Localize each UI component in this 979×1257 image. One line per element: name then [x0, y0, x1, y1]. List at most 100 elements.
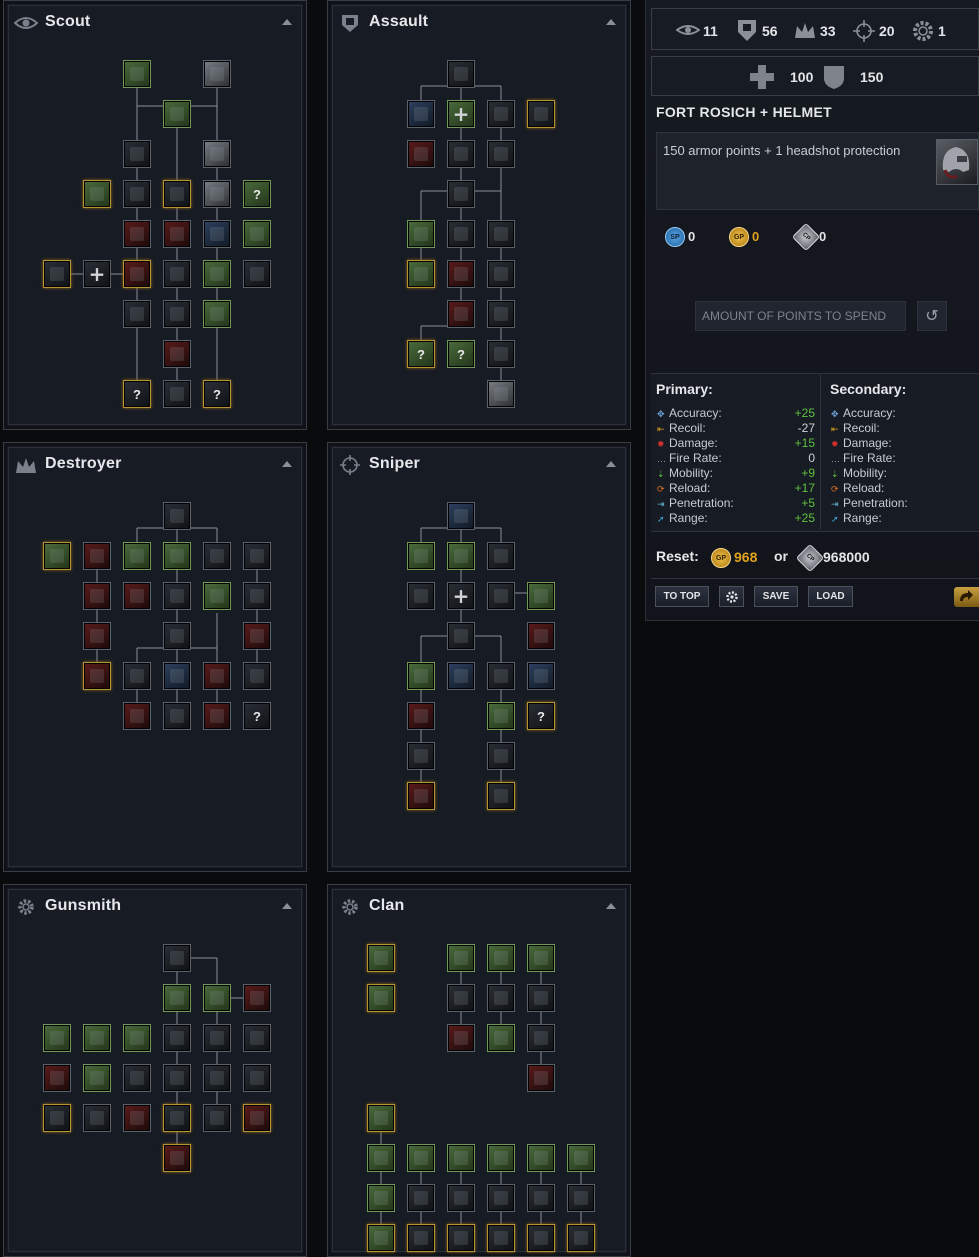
skill-icon[interactable]	[407, 1224, 435, 1252]
locked-skill-icon[interactable]: ?	[243, 180, 271, 208]
skill-icon[interactable]	[487, 702, 515, 730]
skill-icon[interactable]	[243, 542, 271, 570]
skill-icon[interactable]	[163, 1064, 191, 1092]
skill-icon[interactable]	[123, 300, 151, 328]
skill-icon[interactable]	[203, 1024, 231, 1052]
skill-icon[interactable]	[83, 622, 111, 650]
skill-icon[interactable]	[407, 220, 435, 248]
skill-icon[interactable]	[367, 1144, 395, 1172]
settings-gear-button[interactable]	[719, 586, 744, 607]
skill-icon[interactable]	[123, 220, 151, 248]
skill-icon[interactable]	[163, 1104, 191, 1132]
save-button[interactable]: SAVE	[754, 586, 798, 607]
skill-icon[interactable]	[447, 220, 475, 248]
locked-skill-icon[interactable]: ?	[407, 340, 435, 368]
skill-icon[interactable]	[163, 582, 191, 610]
skill-icon[interactable]	[163, 984, 191, 1012]
skill-icon[interactable]	[447, 502, 475, 530]
skill-icon[interactable]	[203, 180, 231, 208]
skill-icon[interactable]	[163, 1144, 191, 1172]
skill-icon[interactable]	[447, 60, 475, 88]
skill-icon[interactable]	[447, 622, 475, 650]
skill-icon[interactable]	[163, 662, 191, 690]
skill-icon[interactable]	[487, 1184, 515, 1212]
skill-icon[interactable]	[123, 180, 151, 208]
skill-icon[interactable]	[447, 1184, 475, 1212]
skill-icon[interactable]	[567, 1184, 595, 1212]
skill-icon[interactable]	[487, 542, 515, 570]
skill-icon[interactable]	[407, 702, 435, 730]
skill-icon[interactable]	[123, 1104, 151, 1132]
skill-icon[interactable]	[407, 542, 435, 570]
skill-icon[interactable]	[367, 944, 395, 972]
skill-icon[interactable]	[243, 984, 271, 1012]
locked-skill-icon[interactable]: ?	[123, 380, 151, 408]
skill-icon[interactable]	[243, 260, 271, 288]
skill-icon[interactable]	[487, 984, 515, 1012]
skill-icon[interactable]	[447, 1144, 475, 1172]
skill-icon[interactable]	[527, 1184, 555, 1212]
skill-icon[interactable]	[487, 300, 515, 328]
skill-icon[interactable]	[527, 1024, 555, 1052]
skill-icon[interactable]	[243, 582, 271, 610]
skill-icon[interactable]	[527, 662, 555, 690]
skill-icon[interactable]	[83, 180, 111, 208]
skill-icon[interactable]	[487, 140, 515, 168]
skill-icon[interactable]	[243, 1104, 271, 1132]
plus-skill-icon[interactable]: +	[447, 582, 475, 610]
skill-icon[interactable]	[527, 1064, 555, 1092]
skill-icon[interactable]	[203, 300, 231, 328]
skill-icon[interactable]	[487, 1024, 515, 1052]
skill-icon[interactable]	[203, 662, 231, 690]
load-button[interactable]: LOAD	[808, 586, 853, 607]
skill-icon[interactable]	[447, 984, 475, 1012]
skill-icon[interactable]	[203, 220, 231, 248]
to-top-button[interactable]: TO TOP	[655, 586, 709, 607]
skill-icon[interactable]	[163, 180, 191, 208]
skill-icon[interactable]	[163, 944, 191, 972]
skill-icon[interactable]	[447, 300, 475, 328]
skill-icon[interactable]	[83, 1024, 111, 1052]
skill-icon[interactable]	[203, 984, 231, 1012]
skill-icon[interactable]	[447, 944, 475, 972]
helmet-thumbnail-icon[interactable]	[936, 139, 978, 185]
skill-icon[interactable]	[447, 542, 475, 570]
skill-icon[interactable]	[43, 1104, 71, 1132]
skill-icon[interactable]	[487, 380, 515, 408]
skill-icon[interactable]	[487, 220, 515, 248]
skill-icon[interactable]	[407, 260, 435, 288]
skill-icon[interactable]	[123, 1064, 151, 1092]
locked-skill-icon[interactable]: ?	[527, 702, 555, 730]
refresh-icon[interactable]: ↺	[917, 301, 947, 331]
skill-icon[interactable]	[83, 582, 111, 610]
skill-icon[interactable]	[43, 1024, 71, 1052]
skill-icon[interactable]	[407, 1184, 435, 1212]
skill-icon[interactable]	[203, 702, 231, 730]
skill-icon[interactable]	[527, 1224, 555, 1252]
plus-skill-icon[interactable]: +	[83, 260, 111, 288]
skill-icon[interactable]	[43, 542, 71, 570]
skill-icon[interactable]	[203, 542, 231, 570]
skill-icon[interactable]	[123, 1024, 151, 1052]
skill-icon[interactable]	[123, 662, 151, 690]
skill-icon[interactable]	[203, 140, 231, 168]
skill-icon[interactable]	[203, 260, 231, 288]
skill-icon[interactable]	[123, 582, 151, 610]
skill-icon[interactable]	[527, 1144, 555, 1172]
skill-icon[interactable]	[407, 100, 435, 128]
export-icon[interactable]	[954, 587, 979, 607]
plus-skill-icon[interactable]: +	[447, 100, 475, 128]
skill-icon[interactable]	[243, 1024, 271, 1052]
skill-icon[interactable]	[243, 662, 271, 690]
skill-icon[interactable]	[83, 662, 111, 690]
skill-icon[interactable]	[407, 662, 435, 690]
locked-skill-icon[interactable]: ?	[447, 340, 475, 368]
skill-icon[interactable]	[527, 100, 555, 128]
skill-icon[interactable]	[163, 1024, 191, 1052]
skill-icon[interactable]	[163, 702, 191, 730]
skill-icon[interactable]	[527, 622, 555, 650]
skill-icon[interactable]	[203, 1064, 231, 1092]
skill-icon[interactable]	[367, 1104, 395, 1132]
skill-icon[interactable]	[447, 180, 475, 208]
points-to-spend-input[interactable]: AMOUNT OF POINTS TO SPEND	[695, 301, 906, 331]
